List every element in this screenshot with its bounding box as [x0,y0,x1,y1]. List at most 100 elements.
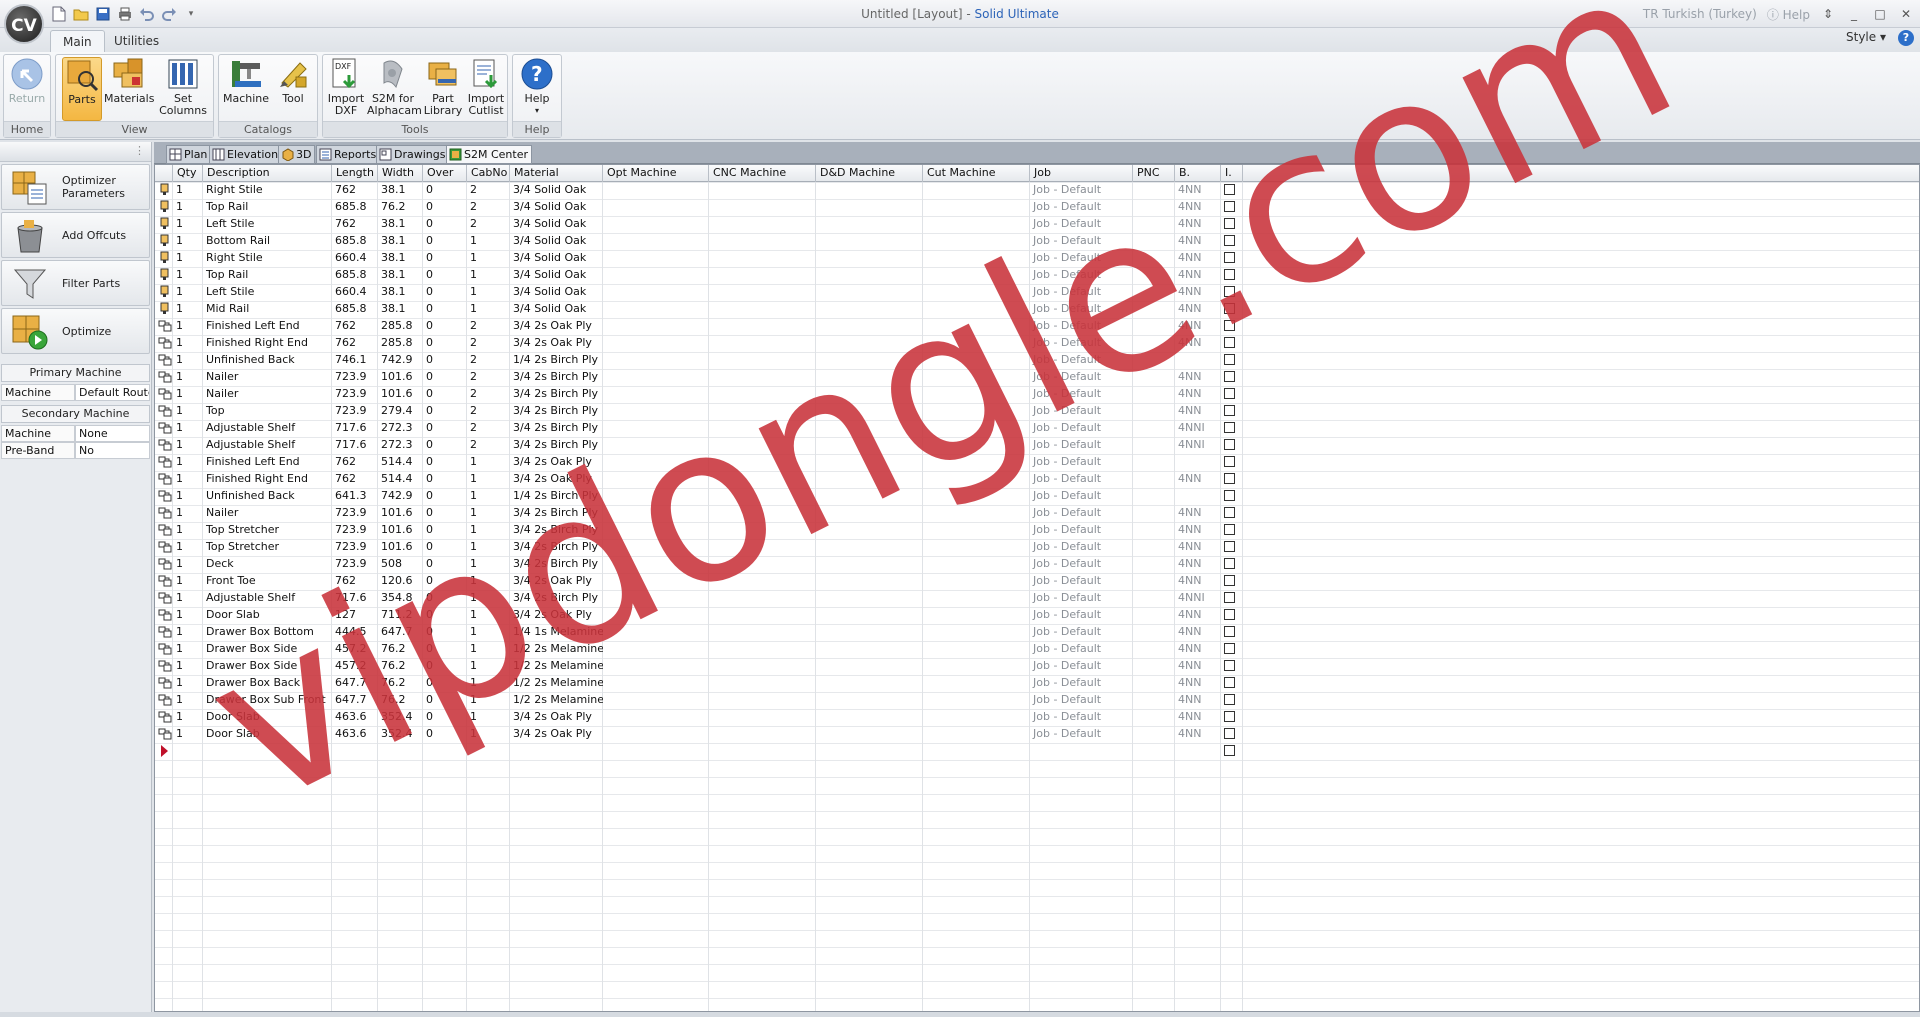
cell-cab[interactable]: 2 [467,318,510,335]
cell-desc[interactable]: Nailer [203,369,332,386]
cell-job[interactable]: Job - Default [1030,539,1133,556]
cell-cab[interactable]: 1 [467,539,510,556]
cell-len[interactable]: 723.9 [332,556,378,573]
cell-b[interactable]: 4NN [1175,301,1221,318]
table-row[interactable]: 1 Finished Right End 762 285.8 0 2 3/4 2s Oak … [155,335,1919,352]
primary-machine-value[interactable]: Default Router [75,384,150,401]
cell-mat[interactable]: 3/4 2s Birch Ply [510,556,603,573]
cell-job[interactable]: Job - Default [1030,726,1133,743]
cell-wid[interactable]: 272.3 [378,420,423,437]
cell-b[interactable]: 4NN [1175,624,1221,641]
table-row[interactable]: 1 Door Slab 463.6 352.4 0 1 3/4 2s Oak Ply Job … [155,709,1919,726]
cell-b[interactable]: 4NNI [1175,420,1221,437]
cell-len[interactable]: 746.1 [332,352,378,369]
cell-mat[interactable]: 1/2 2s Melamine [510,658,603,675]
cell-len[interactable]: 463.6 [332,726,378,743]
cell-mat[interactable]: 3/4 2s Birch Ply [510,539,603,556]
cell-over[interactable]: 0 [423,573,467,590]
cell-over[interactable]: 0 [423,675,467,692]
cell-mat[interactable]: 3/4 2s Birch Ply [510,522,603,539]
cell-cab[interactable]: 2 [467,420,510,437]
cell-cab[interactable]: 2 [467,182,510,199]
cell-over[interactable]: 0 [423,624,467,641]
cell-cab[interactable]: 1 [467,454,510,471]
cell-over[interactable]: 0 [423,301,467,318]
secondary-machine-value[interactable]: None [75,425,150,442]
new-row[interactable] [155,743,1919,760]
cell-desc[interactable]: Drawer Box Bottom [203,624,332,641]
include-checkbox[interactable] [1224,269,1235,280]
cell-b[interactable]: 4NN [1175,573,1221,590]
cell-b[interactable]: 4NN [1175,284,1221,301]
cell-job[interactable]: Job - Default [1030,318,1133,335]
cell-job[interactable]: Job - Default [1030,267,1133,284]
cell-cab[interactable]: 1 [467,726,510,743]
cell-qty[interactable]: 1 [173,658,203,675]
table-row[interactable]: 1 Mid Rail 685.8 38.1 0 1 3/4 Solid Oak Job - D… [155,301,1919,318]
cell-desc[interactable]: Top [203,403,332,420]
cell-len[interactable]: 762 [332,216,378,233]
cell-b[interactable]: 4NN [1175,318,1221,335]
column-header-cab[interactable]: CabNo [467,165,510,182]
cell-wid[interactable]: 352.4 [378,709,423,726]
cell-wid[interactable]: 514.4 [378,471,423,488]
cell-len[interactable]: 717.6 [332,420,378,437]
cell-qty[interactable]: 1 [173,403,203,420]
include-checkbox[interactable] [1224,507,1235,518]
s2m-alphacam-button[interactable]: S2M for Alphacam [367,57,422,121]
cell-wid[interactable]: 508 [378,556,423,573]
tab-elevation[interactable]: Elevation [209,145,283,164]
optimize-button[interactable]: Optimize [1,308,150,354]
include-checkbox[interactable] [1224,235,1235,246]
cell-job[interactable]: Job - Default [1030,607,1133,624]
column-header-job[interactable]: Job [1030,165,1133,182]
cell-mat[interactable]: 3/4 2s Oak Ply [510,573,603,590]
cell-wid[interactable]: 101.6 [378,522,423,539]
table-row[interactable]: 1 Right Stile 762 38.1 0 2 3/4 Solid Oak Job - … [155,182,1919,199]
cell-desc[interactable]: Drawer Box Side [203,641,332,658]
table-row[interactable]: 1 Top Rail 685.8 76.2 0 2 3/4 Solid Oak Job - D… [155,199,1919,216]
cell-qty[interactable]: 1 [173,318,203,335]
table-row[interactable]: 1 Unfinished Back 641.3 742.9 0 1 1/4 2s Birch… [155,488,1919,505]
cell-desc[interactable]: Unfinished Back [203,488,332,505]
include-checkbox[interactable] [1224,405,1235,416]
tab-plan[interactable]: Plan [166,145,212,164]
cell-wid[interactable]: 76.2 [378,658,423,675]
include-checkbox[interactable] [1224,184,1235,195]
cell-cab[interactable]: 1 [467,658,510,675]
cell-b[interactable]: 4NN [1175,267,1221,284]
cell-b[interactable]: 4NN [1175,386,1221,403]
cell-qty[interactable]: 1 [173,216,203,233]
cell-mat[interactable]: 3/4 Solid Oak [510,284,603,301]
cell-qty[interactable]: 1 [173,539,203,556]
cell-qty[interactable]: 1 [173,556,203,573]
cell-len[interactable]: 723.9 [332,505,378,522]
tab-main[interactable]: Main [50,30,105,52]
table-row[interactable]: 1 Adjustable Shelf 717.6 272.3 0 2 3/4 2s Birc… [155,437,1919,454]
include-checkbox[interactable] [1224,609,1235,620]
include-checkbox[interactable] [1224,626,1235,637]
include-checkbox[interactable] [1224,490,1235,501]
table-row[interactable]: 1 Left Stile 762 38.1 0 2 3/4 Solid Oak Job - D… [155,216,1919,233]
cell-qty[interactable]: 1 [173,182,203,199]
cell-len[interactable]: 723.9 [332,369,378,386]
include-checkbox[interactable] [1224,201,1235,212]
cell-mat[interactable]: 3/4 2s Oak Ply [510,709,603,726]
close-button[interactable]: ✕ [1898,7,1914,21]
machine-button[interactable]: Machine [223,57,269,121]
help-button[interactable]: ? Help ▾ [517,57,557,121]
cell-qty[interactable]: 1 [173,522,203,539]
materials-button[interactable]: Materials [104,57,154,121]
cell-cab[interactable]: 1 [467,505,510,522]
cell-mat[interactable]: 3/4 2s Oak Ply [510,607,603,624]
include-checkbox[interactable] [1224,439,1235,450]
cell-qty[interactable]: 1 [173,454,203,471]
column-header-opt[interactable]: Opt Machine [603,165,709,182]
cell-len[interactable]: 660.4 [332,284,378,301]
include-checkbox[interactable] [1224,354,1235,365]
table-row[interactable]: 1 Unfinished Back 746.1 742.9 0 2 1/4 2s Birch… [155,352,1919,369]
cell-wid[interactable]: 38.1 [378,301,423,318]
table-row[interactable]: 1 Bottom Rail 685.8 38.1 0 1 3/4 Solid Oak Job … [155,233,1919,250]
cell-cab[interactable]: 1 [467,590,510,607]
cell-cab[interactable]: 1 [467,709,510,726]
